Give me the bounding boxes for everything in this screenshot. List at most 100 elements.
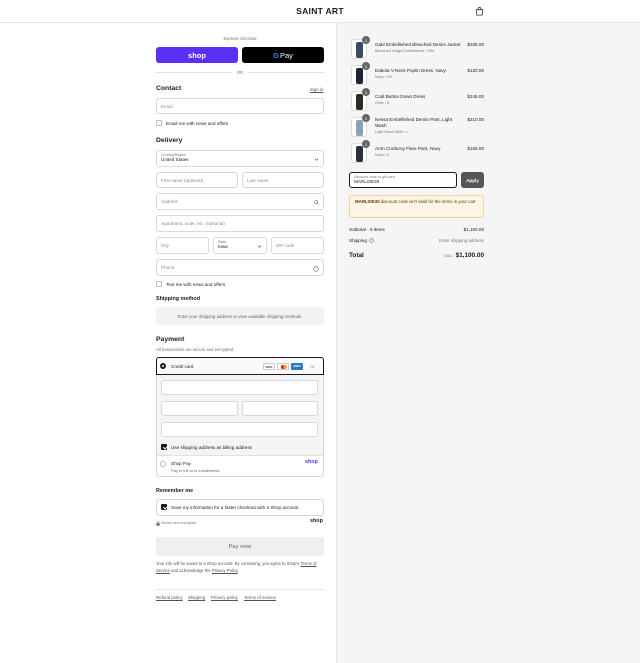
state-value: Iowa [218,244,228,249]
email-field[interactable]: Email [156,98,324,114]
amex-icon: AMEX [291,363,303,370]
shop-pay-label: Shop Pay [171,461,191,466]
product-image [356,42,363,58]
express-checkout-label: Express checkout [223,36,257,41]
refund-policy-link[interactable]: Refund policy [156,595,183,600]
terms-of-service-link[interactable]: Terms of service [244,595,276,600]
mastercard-icon [277,363,289,370]
email-news-label: Email me with news and offers [166,121,229,126]
address-field[interactable]: Address [156,193,324,210]
product-thumbnail: 1 [351,88,370,111]
credit-card-radio[interactable] [160,363,166,369]
divider [248,72,324,73]
first-name-field[interactable]: First name (optional) [156,172,238,188]
shipping-value: Enter shipping address [439,238,484,243]
product-image [356,120,363,136]
product-variant: Navy / 0 [375,153,389,157]
brand-logo[interactable]: SAINT ART [0,6,640,16]
delivery-title: Delivery [156,137,183,144]
divider [156,72,232,73]
pay-now-button[interactable]: Pay now [156,537,324,556]
shipping-link[interactable]: Shipping [188,595,205,600]
payment-subtitle: All transactions are secure and encrypte… [156,347,235,352]
shop-logo: shop [310,518,323,524]
lock-icon [156,521,160,526]
product-image [356,94,363,110]
svg-text:?: ? [371,239,373,243]
save-info-label: Save my information for a faster checkou… [171,505,299,510]
visa-icon: VISA [263,363,275,370]
subtotal-label: Subtotal · 5 items [349,227,385,232]
quantity-badge: 1 [362,114,370,122]
product-thumbnail: 1 [351,114,370,137]
help-circle-icon[interactable]: ? [369,238,374,243]
google-pay-button[interactable]: G Pay [242,47,324,63]
subtotal-value: $1,100.00 [463,227,484,232]
sign-in-link[interactable]: Sign in [310,87,323,92]
search-icon [314,200,319,205]
credit-card-label: Credit card [171,364,194,369]
svg-text:?: ? [315,267,317,271]
save-info-checkbox[interactable] [161,504,167,510]
divider [157,455,323,456]
name-on-card-field[interactable] [161,422,318,437]
shop-pay-radio[interactable] [160,461,166,467]
product-image [356,68,363,84]
product-variant: Bleached Indigo Embellished / S/M [375,49,434,53]
remember-title: Remember me [156,488,194,494]
product-price: $335.00 [467,42,484,47]
product-variant: Olive / S [375,101,390,105]
phone-placeholder: Phone [161,265,175,270]
phone-field[interactable]: Phone ? [156,259,324,276]
divider [156,589,324,590]
secure-label: Secure and encrypted [161,521,197,525]
city-field[interactable]: City [156,237,209,254]
last-name-field[interactable]: Last name [242,172,324,188]
chevron-down-icon [257,245,262,248]
country-value: United States [161,157,189,162]
shop-pay-logo: shop [305,459,318,465]
text-news-label: Text me with news and offers [166,282,226,287]
shipping-label: Shipping [349,238,367,243]
quantity-badge: 1 [362,62,370,70]
product-variant: Light Wash Multi / L [375,130,409,134]
email-news-checkbox[interactable] [156,120,162,126]
total-label: Total [349,252,364,259]
or-separator: OR [236,70,244,75]
discount-value: MARLISE30 [354,179,380,184]
state-select[interactable]: State Iowa [213,237,267,254]
quantity-badge: 1 [362,36,370,44]
product-variant: Navy / XS [375,75,392,79]
google-logo-icon: G [273,50,279,60]
expiration-field[interactable] [161,401,238,416]
product-price: $165.00 [467,146,484,151]
billing-same-checkbox[interactable] [161,444,167,450]
help-circle-icon[interactable]: ? [313,265,319,272]
country-select[interactable]: Country/Region United States [156,150,324,167]
shop-privacy-link[interactable]: Privacy Policy [212,568,238,573]
shop-pay-button[interactable]: shop [156,47,238,63]
contact-title: Contact [156,85,182,92]
more-cards-badge: +4 [309,364,315,369]
card-number-field[interactable] [161,380,318,395]
product-thumbnail: 1 [351,36,370,59]
discount-error: MARLISE30 discount code isn't valid for … [349,195,484,218]
apply-button[interactable]: Apply [461,172,484,188]
text-news-checkbox[interactable] [156,281,162,287]
quantity-badge: 1 [362,140,370,148]
discount-field[interactable]: Discount code or gift card MARLISE30 [349,172,457,188]
privacy-policy-link[interactable]: Privacy policy [211,595,238,600]
billing-same-label: Use shipping address as billing address [171,445,252,450]
shop-pay-subtitle: Pay in full or in installments [171,468,220,473]
product-thumbnail: 1 [351,140,370,163]
shipping-method-message: Enter your shipping address to view avai… [156,307,324,325]
legal-text: Your info will be saved to a Shop accoun… [156,561,317,573]
shopping-bag-icon[interactable] [475,7,484,16]
security-code-field[interactable] [242,401,318,416]
zip-field[interactable]: ZIP code [271,237,324,254]
product-image [356,146,363,162]
shipping-method-title: Shipping method [156,296,201,302]
product-price: $210.00 [467,117,484,122]
product-price: $120.00 [467,68,484,73]
apartment-field[interactable]: Apartment, suite, etc. (optional) [156,215,324,232]
